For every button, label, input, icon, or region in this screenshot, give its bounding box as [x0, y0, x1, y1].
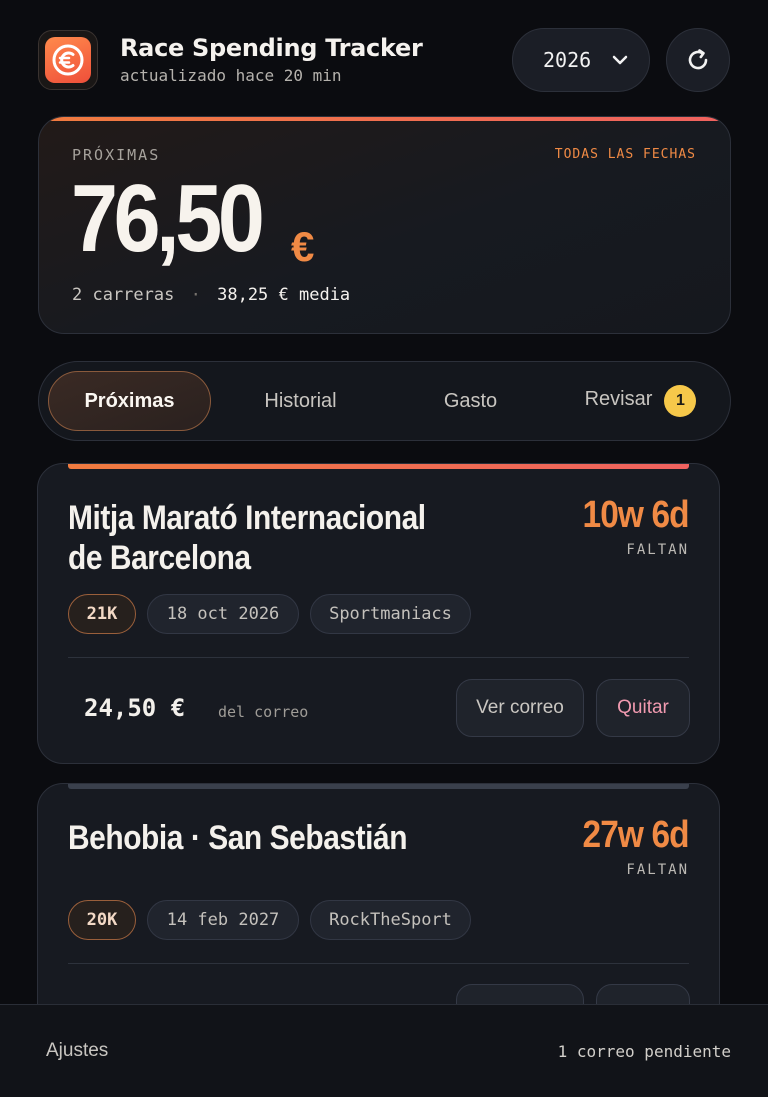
- review-count-badge: 1: [664, 385, 697, 417]
- stats-separator: ·: [190, 285, 201, 305]
- tab-review-label: Revisar: [584, 387, 653, 410]
- average-spend: 38,25 € media: [217, 285, 351, 305]
- countdown-label: FALTAN: [626, 542, 689, 558]
- settings-link[interactable]: Ajustes: [46, 1040, 108, 1062]
- distance-chip: 21K: [68, 594, 136, 634]
- distance-chip: 20K: [68, 900, 136, 940]
- race-countdown: 10w 6d: [582, 494, 690, 536]
- remove-race-button[interactable]: Quitar: [596, 679, 690, 737]
- race-title: Mitja Marató Internacional de Barcelona: [68, 499, 426, 577]
- race-price: 24,50 €: [84, 694, 186, 722]
- tab-history-label: Historial: [264, 389, 337, 412]
- refresh-icon: [688, 49, 708, 70]
- countdown-label: FALTAN: [626, 862, 689, 878]
- summary-currency: €: [291, 223, 315, 270]
- tab-upcoming-label: Próximas: [84, 389, 175, 412]
- upcoming-summary-card: PRÓXIMAS TODAS LAS FECHAS 76,50 € 2 carr…: [38, 116, 731, 334]
- year-select[interactable]: 2026: [512, 28, 650, 92]
- tab-review[interactable]: Revisar 1: [559, 371, 722, 431]
- app-logo: [38, 30, 98, 90]
- bottom-bar: Ajustes 1 correo pendiente: [0, 1004, 768, 1097]
- view-email-button[interactable]: Ver correo: [456, 679, 584, 737]
- tab-history[interactable]: Historial: [219, 371, 382, 431]
- tab-spending-label: Gasto: [443, 389, 498, 412]
- euro-icon: [45, 37, 91, 83]
- race-countdown: 27w 6d: [582, 814, 690, 856]
- tab-upcoming[interactable]: Próximas: [48, 371, 211, 431]
- app-header: Race Spending Tracker actualizado hace 2…: [38, 28, 732, 94]
- date-chip: 18 oct 2026: [147, 594, 299, 634]
- app-title: Race Spending Tracker: [120, 34, 423, 62]
- pending-emails-status: 1 correo pendiente: [557, 1042, 731, 1061]
- summary-stats: 2 carreras · 38,25 € media: [72, 285, 350, 305]
- card-divider: [68, 963, 689, 964]
- organizer-chip: RockTheSport: [310, 900, 471, 940]
- summary-label: PRÓXIMAS: [72, 146, 161, 164]
- date-chip: 14 feb 2027: [147, 900, 299, 940]
- all-dates-link[interactable]: TODAS LAS FECHAS: [555, 147, 696, 162]
- chevron-down-icon: [612, 55, 628, 65]
- view-tabs: Próximas Historial Gasto Revisar 1: [38, 361, 731, 441]
- refresh-button[interactable]: [666, 28, 730, 92]
- last-updated-text: actualizado hace 20 min: [120, 66, 342, 85]
- summary-accent-bar: [39, 117, 730, 121]
- price-source: del correo: [218, 703, 309, 721]
- race-accent-bar: [68, 784, 689, 789]
- race-card: Mitja Marató Internacional de Barcelona …: [37, 463, 720, 764]
- race-title: Behobia · San Sebastián: [68, 819, 408, 857]
- race-accent-bar: [68, 464, 689, 469]
- card-divider: [68, 657, 689, 658]
- year-select-value: 2026: [543, 48, 592, 72]
- summary-total-amount: 76,50: [71, 165, 265, 272]
- organizer-chip: Sportmaniacs: [310, 594, 471, 634]
- race-count: 2 carreras: [72, 285, 175, 305]
- tab-spending[interactable]: Gasto: [389, 371, 552, 431]
